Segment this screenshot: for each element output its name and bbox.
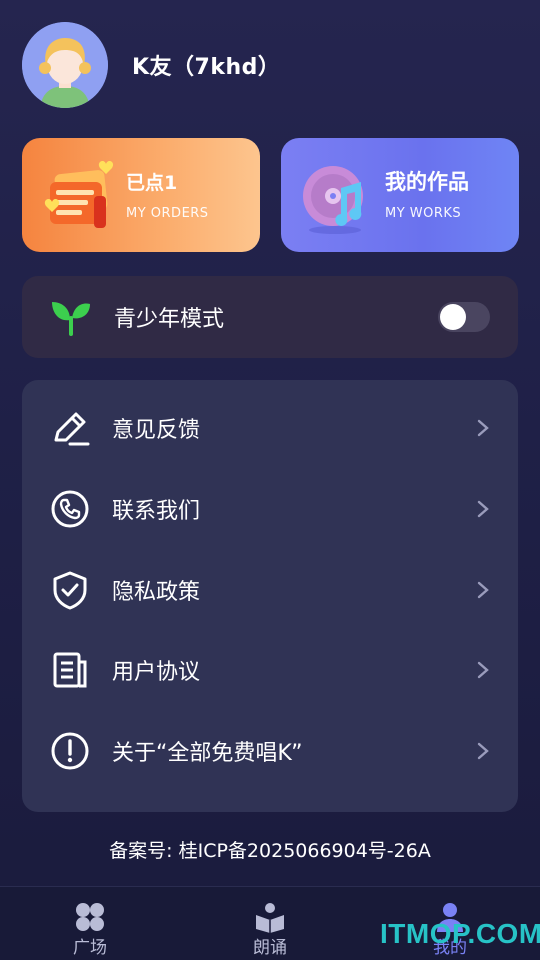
my-works-title: 我的作品 xyxy=(385,170,469,194)
chevron-right-icon xyxy=(477,419,489,437)
my-works-subtitle: MY WORKS xyxy=(385,206,462,221)
my-orders-card[interactable]: 已点1 MY ORDERS xyxy=(22,138,260,252)
tab-plaza[interactable]: 广场 xyxy=(0,887,180,960)
teen-mode-toggle[interactable] xyxy=(438,302,490,332)
document-icon xyxy=(53,652,87,688)
my-orders-subtitle: MY ORDERS xyxy=(126,206,209,221)
sprout-icon xyxy=(52,302,90,336)
menu-item-label: 隐私政策 xyxy=(112,580,201,605)
menu-item-label: 关于“全部免费唱K” xyxy=(112,741,303,766)
chevron-right-icon xyxy=(477,661,489,679)
music-disc-icon xyxy=(303,166,363,234)
watermark: ITMOP.COM xyxy=(380,918,540,949)
chevron-right-icon xyxy=(477,500,489,518)
my-works-card[interactable]: 我的作品 MY WORKS xyxy=(281,138,519,252)
username: K友（7khd） xyxy=(132,55,281,80)
icp-record: 备案号: 桂ICP备2025066904号-26A xyxy=(109,840,431,862)
chevron-right-icon xyxy=(477,742,489,760)
grid-icon xyxy=(76,903,104,931)
teen-mode-label: 青少年模式 xyxy=(114,307,225,332)
menu-item-feedback[interactable]: 意见反馈 xyxy=(22,388,518,468)
book-reading-icon xyxy=(256,903,284,933)
my-orders-title: 已点1 xyxy=(126,172,178,194)
menu-item-label: 用户协议 xyxy=(112,660,201,685)
tab-label: 广场 xyxy=(73,938,107,958)
avatar-icon xyxy=(22,22,108,108)
tab-recite[interactable]: 朗诵 xyxy=(180,887,360,960)
menu-item-label: 意见反馈 xyxy=(112,418,201,443)
info-icon xyxy=(51,732,89,770)
chevron-right-icon xyxy=(477,581,489,599)
menu-item-contact[interactable]: 联系我们 xyxy=(22,469,518,549)
profile-header[interactable]: K友（7khd） xyxy=(22,22,280,108)
tab-label: 朗诵 xyxy=(253,938,287,958)
avatar[interactable] xyxy=(22,22,108,108)
settings-menu: 意见反馈 联系我们 隐私政策 用户协议 关于“全部免费唱K” xyxy=(22,380,518,812)
menu-item-about[interactable]: 关于“全部免费唱K” xyxy=(22,711,518,791)
teen-mode-row: 青少年模式 xyxy=(22,276,518,358)
menu-item-label: 联系我们 xyxy=(112,499,201,524)
edit-icon xyxy=(54,412,90,446)
songbook-icon xyxy=(44,161,114,228)
shield-check-icon xyxy=(53,571,87,610)
phone-icon xyxy=(51,490,89,528)
toggle-knob xyxy=(440,304,466,330)
menu-item-privacy[interactable]: 隐私政策 xyxy=(22,550,518,630)
menu-item-user-agreement[interactable]: 用户协议 xyxy=(22,630,518,710)
